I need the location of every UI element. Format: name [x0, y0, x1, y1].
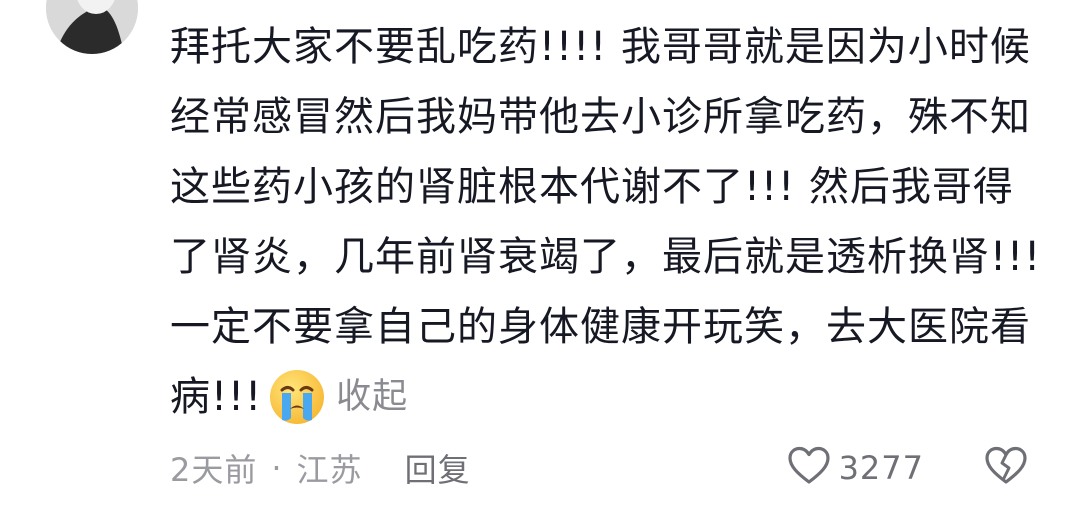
- comment-line: 拜托大家不要乱吃药!!!! 我哥哥就是因为小时候: [170, 24, 1031, 70]
- meta-separator: ·: [271, 449, 283, 487]
- comment-meta: 2天前 · 江苏 回复: [170, 446, 471, 490]
- comment-actions: 3277: [787, 444, 1028, 492]
- reply-button[interactable]: 回复: [405, 445, 471, 491]
- dislike-button[interactable]: [984, 446, 1028, 490]
- comment-text: 拜托大家不要乱吃药!!!! 我哥哥就是因为小时候 经常感冒然后我妈带他去小诊所拿…: [170, 12, 1050, 432]
- broken-heart-icon: [984, 446, 1028, 490]
- comment-line: 病!!!: [170, 374, 263, 420]
- collapse-button[interactable]: 收起: [336, 362, 408, 432]
- comment-time: 2天前: [170, 451, 258, 489]
- comment-location: 江苏: [296, 451, 363, 489]
- comment-line: 经常感冒然后我妈带他去小诊所拿吃药，殊不知: [170, 94, 1031, 140]
- avatar[interactable]: [46, 0, 138, 54]
- comment-line: 了肾炎，几年前肾衰竭了，最后就是透析换肾!!!: [170, 234, 1042, 280]
- crying-face-emoji-icon: [268, 368, 326, 426]
- avatar-image: [46, 0, 138, 54]
- comment-line: 这些药小孩的肾脏根本代谢不了!!! 然后我哥得: [170, 164, 1014, 210]
- comment-last-line: 病!!! 收起: [170, 362, 1050, 432]
- comment-line: 一定不要拿自己的身体健康开玩笑，去大医院看: [170, 304, 1031, 350]
- heart-outline-icon: [787, 446, 831, 490]
- like-button[interactable]: 3277: [787, 446, 924, 490]
- like-count: 3277: [838, 449, 924, 487]
